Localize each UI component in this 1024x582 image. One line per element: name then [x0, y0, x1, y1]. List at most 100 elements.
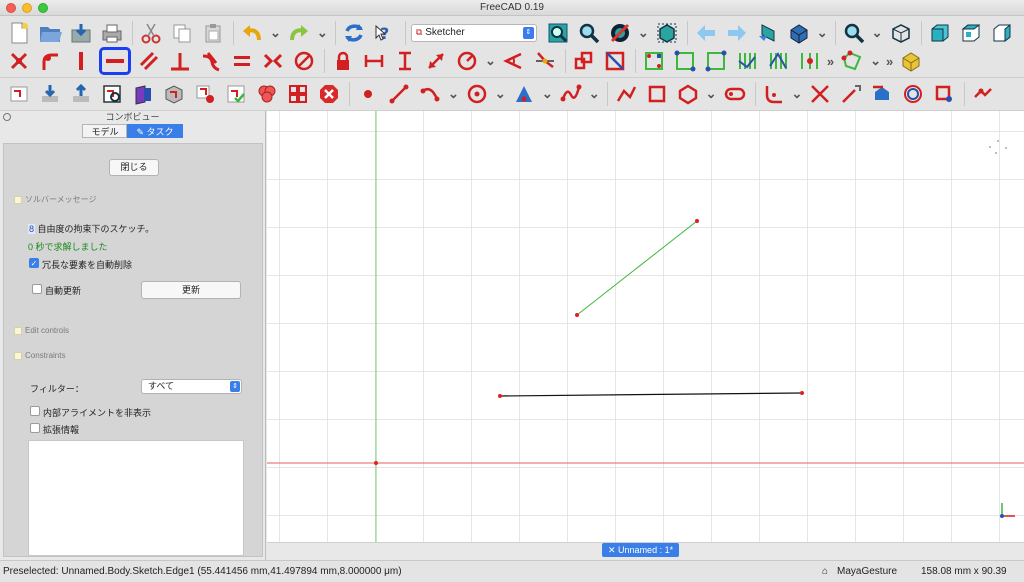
- constraints-section[interactable]: Constraints: [14, 351, 65, 360]
- constrain-vertical-icon[interactable]: [68, 48, 94, 74]
- forward-icon[interactable]: [724, 20, 750, 46]
- deactivate-constraint-icon[interactable]: [602, 48, 628, 74]
- isometric-view-icon[interactable]: [888, 20, 914, 46]
- undo-icon[interactable]: [239, 20, 265, 46]
- sketch-vertex[interactable]: [575, 313, 579, 317]
- right-view-icon[interactable]: [989, 20, 1015, 46]
- chevron-down-icon[interactable]: ⌄: [792, 86, 803, 102]
- chevron-down-icon[interactable]: ⌄: [706, 86, 717, 102]
- auto-update-checkbox[interactable]: [32, 284, 42, 294]
- constraint-list[interactable]: [28, 440, 244, 556]
- update-button[interactable]: 更新: [141, 281, 241, 299]
- chevron-down-icon[interactable]: ⌄: [638, 25, 649, 41]
- chevron-down-icon[interactable]: ⌄: [270, 25, 281, 41]
- sketch-edge-green[interactable]: [576, 220, 698, 316]
- chevron-down-icon[interactable]: ⌄: [542, 86, 553, 102]
- constrain-equal-icon[interactable]: [229, 48, 255, 74]
- chevron-down-icon[interactable]: ⌄: [317, 25, 328, 41]
- dof-number[interactable]: 8: [28, 224, 36, 234]
- constrain-radius-icon[interactable]: [454, 48, 480, 74]
- zoom-icon[interactable]: [841, 20, 867, 46]
- constrain-perpendicular-icon[interactable]: [167, 48, 193, 74]
- reorient-sketch-icon[interactable]: [192, 81, 218, 107]
- sketch-vertex[interactable]: [695, 219, 699, 223]
- redo-icon[interactable]: [286, 20, 312, 46]
- select-v-axis-icon[interactable]: [703, 48, 729, 74]
- whats-this-icon[interactable]: ?: [372, 20, 398, 46]
- carbon-copy-icon[interactable]: [900, 81, 926, 107]
- front-view-icon[interactable]: [927, 20, 953, 46]
- map-sketch-icon[interactable]: [161, 81, 187, 107]
- bounding-box-icon[interactable]: [654, 20, 680, 46]
- constrain-coincident-icon[interactable]: [6, 48, 32, 74]
- toggle-driving-icon[interactable]: [571, 48, 597, 74]
- edit-sketch-icon[interactable]: [37, 81, 63, 107]
- filter-select[interactable]: すべて ⇕: [141, 379, 242, 394]
- create-circle-icon[interactable]: [464, 81, 490, 107]
- dock-icon[interactable]: [3, 113, 11, 121]
- new-sketch-icon[interactable]: [6, 81, 32, 107]
- create-arc-icon[interactable]: [417, 81, 443, 107]
- constrain-snell-icon[interactable]: [532, 48, 558, 74]
- select-redundant-icon[interactable]: [765, 48, 791, 74]
- origin-point[interactable]: [374, 461, 378, 465]
- refresh-icon[interactable]: [341, 20, 367, 46]
- select-h-axis-icon[interactable]: [734, 48, 760, 74]
- new-file-icon[interactable]: [6, 20, 32, 46]
- chevron-down-icon[interactable]: ⌄: [589, 86, 600, 102]
- auto-remove-redundants-checkbox[interactable]: ✓: [29, 258, 39, 268]
- cut-icon[interactable]: [138, 20, 164, 46]
- constrain-symmetric-icon[interactable]: [260, 48, 286, 74]
- sketch-canvas[interactable]: [267, 111, 1024, 542]
- close-button[interactable]: 閉じる: [109, 159, 159, 176]
- create-polygon-icon[interactable]: [675, 81, 701, 107]
- create-rectangle-icon[interactable]: [644, 81, 670, 107]
- chevron-down-icon[interactable]: ⌄: [870, 53, 881, 69]
- stop-operation-icon[interactable]: [316, 81, 342, 107]
- document-tab[interactable]: ✕ Unnamed : 1*: [602, 543, 680, 557]
- trim-edge-icon[interactable]: [807, 81, 833, 107]
- extended-info-checkbox[interactable]: [30, 423, 40, 433]
- minimize-window-button[interactable]: [22, 3, 32, 13]
- 3d-viewport[interactable]: [267, 111, 1024, 542]
- chevron-down-icon[interactable]: ⌄: [495, 86, 506, 102]
- fit-selection-icon[interactable]: [576, 20, 602, 46]
- more-icon[interactable]: »: [827, 54, 834, 69]
- constrain-vertical-distance-icon[interactable]: [392, 48, 418, 74]
- constrain-lock-icon[interactable]: [330, 48, 356, 74]
- constrain-angle-icon[interactable]: [501, 48, 527, 74]
- top-view-icon[interactable]: [958, 20, 984, 46]
- sketch-vertex[interactable]: [498, 394, 502, 398]
- navigation-style[interactable]: MayaGesture: [837, 561, 897, 582]
- more-icon[interactable]: »: [886, 54, 893, 69]
- hide-internal-alignment-checkbox[interactable]: [30, 406, 40, 416]
- chevron-down-icon[interactable]: ⌄: [817, 25, 828, 41]
- sketch-tools-icon[interactable]: [970, 81, 996, 107]
- chevron-down-icon[interactable]: ⌄: [448, 86, 459, 102]
- solver-messages-section[interactable]: ソルバーメッセージ: [14, 194, 97, 205]
- constrain-horizontal-distance-icon[interactable]: [361, 48, 387, 74]
- sketch-edge-preselected[interactable]: [499, 392, 803, 397]
- create-point-icon[interactable]: [355, 81, 381, 107]
- open-file-icon[interactable]: [37, 20, 63, 46]
- merge-sketch-icon[interactable]: [254, 81, 280, 107]
- create-bspline-icon[interactable]: [558, 81, 584, 107]
- constrain-block-icon[interactable]: [291, 48, 317, 74]
- constrain-distance-icon[interactable]: [423, 48, 449, 74]
- chevron-down-icon[interactable]: ⌄: [485, 53, 496, 69]
- validate-sketch-icon[interactable]: [839, 48, 865, 74]
- select-origin-icon[interactable]: [672, 48, 698, 74]
- create-fillet-icon[interactable]: [761, 81, 787, 107]
- constrain-parallel-icon[interactable]: [136, 48, 162, 74]
- fit-all-icon[interactable]: [545, 20, 571, 46]
- extend-edge-icon[interactable]: [838, 81, 864, 107]
- std-link-icon[interactable]: [755, 20, 781, 46]
- close-window-button[interactable]: [6, 3, 16, 13]
- toggle-construction-icon[interactable]: [931, 81, 957, 107]
- create-line-icon[interactable]: [386, 81, 412, 107]
- constrain-tangent-icon[interactable]: [198, 48, 224, 74]
- sketch-vertex[interactable]: [800, 391, 804, 395]
- tab-model[interactable]: モデル: [82, 124, 128, 138]
- maximize-window-button[interactable]: [38, 3, 48, 13]
- tab-task[interactable]: ✎ タスク: [127, 124, 183, 138]
